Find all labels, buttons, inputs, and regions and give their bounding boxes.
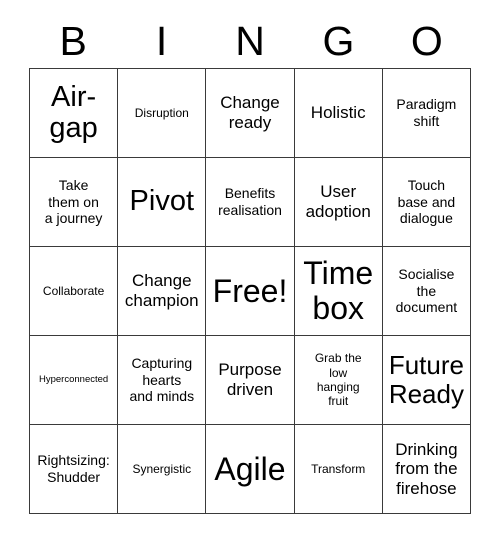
header-letter-b: B: [59, 17, 87, 64]
bingo-cell-label: Drinking from the firehose: [395, 439, 458, 498]
bingo-cell-label: Change champion: [124, 271, 199, 310]
bingo-cell-r4c5[interactable]: Future Ready: [382, 336, 471, 425]
bingo-cell-label: Collaborate: [42, 283, 105, 298]
bingo-cell-r5c2[interactable]: Synergistic: [118, 425, 207, 514]
bingo-cell-r3c1[interactable]: Collaborate: [30, 247, 119, 336]
bingo-cell-label: Hyperconnected: [39, 374, 109, 386]
bingo-header: B I N G O: [29, 14, 471, 68]
bingo-cell-label: Time box: [303, 255, 374, 326]
bingo-cell-r4c1[interactable]: Hyperconnected: [30, 336, 119, 425]
bingo-cell-r5c4[interactable]: Transform: [294, 425, 383, 514]
bingo-cell-r1c3[interactable]: Change ready: [206, 69, 295, 158]
bingo-cell-label: Pivot: [129, 185, 195, 218]
bingo-cell-r1c4[interactable]: Holistic: [294, 69, 383, 158]
bingo-cell-r3c4[interactable]: Time box: [294, 247, 383, 336]
bingo-cell-label: Free!: [212, 272, 288, 309]
bingo-cell-label: Synergistic: [132, 461, 192, 476]
header-letter-n: N: [235, 17, 265, 64]
bingo-cell-r2c4[interactable]: User adoption: [294, 158, 383, 247]
bingo-cell-label: User adoption: [305, 182, 371, 221]
header-letter-o: O: [410, 17, 443, 64]
bingo-card: B I N G O Air- gap Disruption Change ready…: [0, 0, 500, 544]
bingo-cell-r4c2[interactable]: Capturing hearts and minds: [118, 336, 207, 425]
bingo-cell-label: Paradigm shift: [396, 96, 457, 129]
bingo-cell-r2c3[interactable]: Benefits realisation: [206, 158, 295, 247]
bingo-cell-r5c1[interactable]: Rightsizing: Shudder: [30, 425, 119, 514]
bingo-cell-r2c2[interactable]: Pivot: [118, 158, 207, 247]
bingo-cell-label: Benefits realisation: [218, 185, 282, 218]
bingo-cell-r4c4[interactable]: Grab the low hanging fruit: [294, 336, 383, 425]
bingo-cell-label: Future Ready: [388, 350, 464, 409]
bingo-cell-r1c5[interactable]: Paradigm shift: [382, 69, 471, 158]
bingo-cell-label: Disruption: [134, 105, 189, 120]
bingo-cell-r1c2[interactable]: Disruption: [118, 69, 207, 158]
bingo-cell-label: Purpose driven: [218, 360, 282, 399]
bingo-cell-r1c1[interactable]: Air- gap: [30, 69, 119, 158]
bingo-cell-r3c2[interactable]: Change champion: [118, 247, 207, 336]
bingo-cell-label: Change ready: [220, 93, 280, 132]
bingo-cell-r3c3[interactable]: Free!: [206, 247, 295, 336]
bingo-cell-label: Touch base and dialogue: [397, 177, 456, 227]
bingo-cell-label: Transform: [311, 461, 366, 476]
bingo-cell-r5c5[interactable]: Drinking from the firehose: [382, 425, 471, 514]
bingo-cell-r2c1[interactable]: Take them on a journey: [30, 158, 119, 247]
bingo-grid: Air- gap Disruption Change ready Holistic Pa…: [29, 68, 471, 514]
bingo-cell-r5c3[interactable]: Agile: [206, 425, 295, 514]
header-letter-i: I: [155, 17, 168, 64]
bingo-cell-label: Agile: [214, 450, 286, 487]
bingo-cell-r2c5[interactable]: Touch base and dialogue: [382, 158, 471, 247]
header-letter-g: G: [322, 17, 355, 64]
bingo-cell-label: Air- gap: [49, 80, 98, 144]
bingo-cell-label: Socialise the document: [395, 266, 458, 316]
bingo-cell-r3c5[interactable]: Socialise the document: [382, 247, 471, 336]
bingo-cell-label: Grab the low hanging fruit: [314, 351, 362, 409]
bingo-cell-label: Holistic: [310, 103, 366, 123]
bingo-cell-r4c3[interactable]: Purpose driven: [206, 336, 295, 425]
bingo-cell-label: Rightsizing: Shudder: [37, 452, 110, 485]
bingo-cell-label: Capturing hearts and minds: [129, 355, 195, 405]
bingo-cell-label: Take them on a journey: [44, 177, 103, 227]
